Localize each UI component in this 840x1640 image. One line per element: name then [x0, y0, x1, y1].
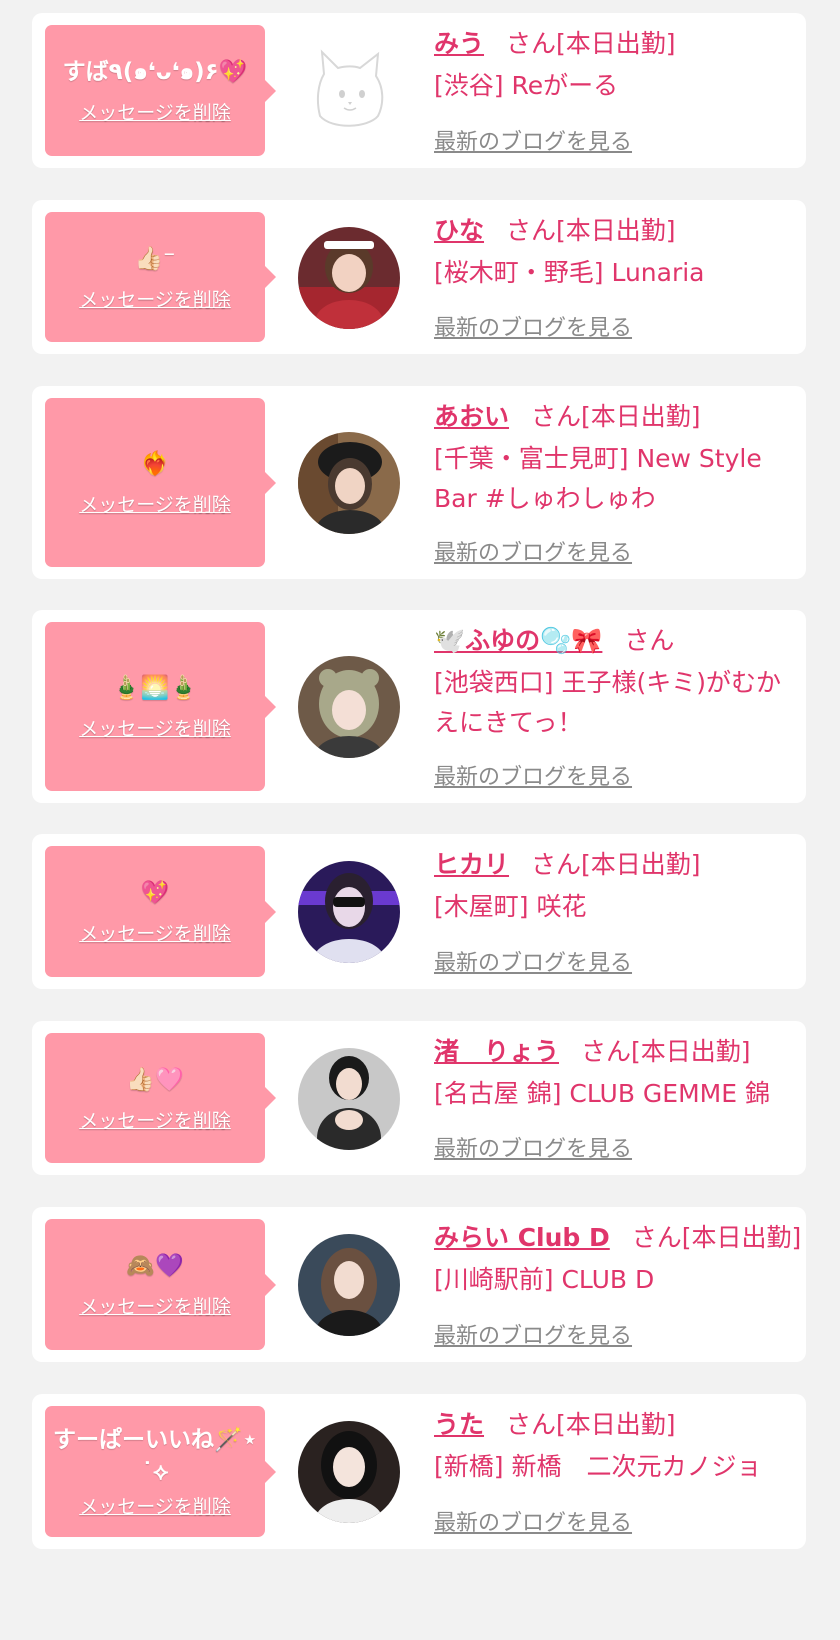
- message-bubble: 👍🏻🩷 メッセージを削除: [45, 1033, 276, 1163]
- avatar[interactable]: [298, 227, 400, 329]
- list-item: 👍🏻⁻ メッセージを削除 ひな さん[本日出勤] [桜木町・野毛] Lunaria…: [32, 200, 806, 354]
- avatar[interactable]: [298, 1234, 400, 1336]
- avatar[interactable]: [298, 1048, 400, 1150]
- blog-area: 最新のブログを見る: [434, 834, 794, 989]
- blog-area: 最新のブログを見る: [434, 1394, 794, 1549]
- delete-message-link[interactable]: メッセージを削除: [79, 490, 231, 517]
- list-item: 👍🏻🩷 メッセージを削除 渚 りょう さん[本日出勤] [名古屋 錦] CLUB …: [32, 1021, 806, 1175]
- message-bubble: 👍🏻⁻ メッセージを削除: [45, 212, 276, 342]
- cat-placeholder-icon: [316, 49, 384, 127]
- cast-photo: [298, 861, 400, 963]
- blog-area: 最新のブログを見る: [434, 200, 794, 354]
- message-bubble: すーぱーいいね🪄⋆˙⟡ メッセージを削除: [45, 1406, 276, 1537]
- blog-area: 最新のブログを見る: [434, 610, 794, 803]
- message-text: 👍🏻🩷: [126, 1066, 184, 1093]
- delete-message-link[interactable]: メッセージを削除: [79, 714, 231, 741]
- latest-blog-link[interactable]: 最新のブログを見る: [434, 1505, 632, 1537]
- avatar[interactable]: [298, 1421, 400, 1523]
- avatar[interactable]: [298, 656, 400, 758]
- delete-message-link[interactable]: メッセージを削除: [79, 1492, 231, 1519]
- latest-blog-link[interactable]: 最新のブログを見る: [434, 759, 632, 791]
- blog-area: 最新のブログを見る: [434, 13, 794, 168]
- latest-blog-link[interactable]: 最新のブログを見る: [434, 310, 632, 342]
- message-text: 👍🏻⁻: [134, 245, 176, 272]
- delete-message-link[interactable]: メッセージを削除: [79, 919, 231, 946]
- list-item: ❤️‍🔥 メッセージを削除 あおい さん[本日出勤] [千葉・富士見町] New …: [32, 386, 806, 579]
- avatar[interactable]: [298, 40, 400, 142]
- message-bubble: すば٩(๑❛ᴗ❛๑)۶💖 メッセージを削除: [45, 25, 276, 156]
- list-item: 💖 メッセージを削除 ヒカリ さん[本日出勤] [木屋町] 咲花 最新のブログを見…: [32, 834, 806, 989]
- blog-area: 最新のブログを見る: [434, 1021, 794, 1175]
- latest-blog-link[interactable]: 最新のブログを見る: [434, 945, 632, 977]
- message-bubble: 🙈💜 メッセージを削除: [45, 1219, 276, 1350]
- latest-blog-link[interactable]: 最新のブログを見る: [434, 1318, 632, 1350]
- cast-photo: [298, 1048, 400, 1150]
- message-text: 🎍🌅🎍: [112, 675, 198, 701]
- list-item: 🙈💜 メッセージを削除 みらい Club D さん[本日出勤] [川崎駅前] CL…: [32, 1207, 806, 1362]
- cast-photo: [298, 1421, 400, 1523]
- delete-message-link[interactable]: メッセージを削除: [79, 285, 231, 312]
- cast-photo: [298, 656, 400, 758]
- cast-photo: [298, 432, 400, 534]
- cast-photo: [298, 227, 400, 329]
- avatar[interactable]: [298, 861, 400, 963]
- message-bubble: 💖 メッセージを削除: [45, 846, 276, 977]
- blog-area: 最新のブログを見る: [434, 386, 794, 579]
- message-text: すーぱーいいね🪄⋆˙⟡: [52, 1427, 258, 1485]
- blog-area: 最新のブログを見る: [434, 1207, 794, 1362]
- message-text: 🙈💜: [126, 1253, 184, 1279]
- message-text: すば٩(๑❛ᴗ❛๑)۶💖: [62, 59, 248, 85]
- latest-blog-link[interactable]: 最新のブログを見る: [434, 1131, 632, 1163]
- list-item: すーぱーいいね🪄⋆˙⟡ メッセージを削除 うた さん[本日出勤] [新橋] 新橋 …: [32, 1394, 806, 1549]
- delete-message-link[interactable]: メッセージを削除: [79, 1106, 231, 1133]
- message-text: 💖: [140, 880, 170, 906]
- list-item: 🎍🌅🎍 メッセージを削除 🕊️ふゆの🫧🎀 さん [池袋西口] 王子様(キミ)がむか…: [32, 610, 806, 803]
- cast-photo: [298, 1234, 400, 1336]
- latest-blog-link[interactable]: 最新のブログを見る: [434, 535, 632, 567]
- delete-message-link[interactable]: メッセージを削除: [79, 98, 231, 125]
- avatar[interactable]: [298, 432, 400, 534]
- message-bubble: ❤️‍🔥 メッセージを削除: [45, 398, 276, 567]
- latest-blog-link[interactable]: 最新のブログを見る: [434, 124, 632, 156]
- delete-message-link[interactable]: メッセージを削除: [79, 1292, 231, 1319]
- message-text: ❤️‍🔥: [140, 451, 170, 477]
- message-bubble: 🎍🌅🎍 メッセージを削除: [45, 622, 276, 791]
- list-item: すば٩(๑❛ᴗ❛๑)۶💖 メッセージを削除 みう さん[本日出勤] [渋谷] Re…: [32, 13, 806, 168]
